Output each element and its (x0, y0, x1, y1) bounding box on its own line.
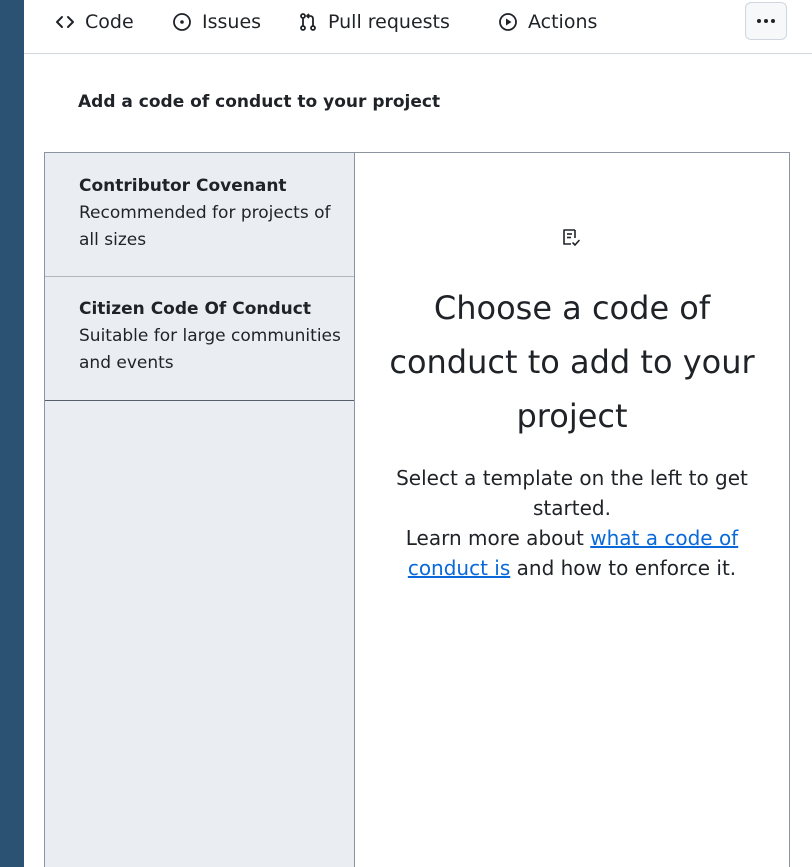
template-item-citizen-code-of-conduct[interactable]: Citizen Code Of Conduct Suitable for lar… (45, 296, 354, 400)
template-item-contributor-covenant[interactable]: Contributor Covenant Recommended for pro… (45, 173, 354, 277)
template-name: Contributor Covenant (79, 176, 287, 196)
preview-intro-text: Select a template on the left to get sta… (396, 466, 748, 520)
checklist-icon (563, 229, 580, 246)
play-icon (499, 13, 517, 31)
nav-tab-issues[interactable]: Issues (172, 8, 261, 36)
more-options-button[interactable] (745, 2, 787, 40)
template-sidebar: Contributor Covenant Recommended for pro… (45, 153, 355, 867)
nav-tab-code-label: Code (85, 11, 134, 33)
preview-learn-prefix: Learn more about (405, 526, 584, 550)
git-pull-request-icon (300, 13, 316, 31)
section-title: Add a code of conduct to your project (78, 92, 441, 112)
template-preview: Choose a code of conduct to add to your … (355, 153, 789, 867)
kebab-horizontal-icon (757, 19, 775, 23)
nav-tab-issues-label: Issues (202, 11, 262, 33)
issue-opened-icon (173, 13, 191, 31)
template-description: Recommended for projects of all sizes (79, 203, 331, 250)
template-description: Suitable for large communities and event… (79, 326, 341, 373)
nav-tab-pull-requests-label: Pull requests (328, 11, 450, 33)
code-of-conduct-panel: Contributor Covenant Recommended for pro… (44, 152, 790, 867)
preview-learn-suffix: and how to enforce it. (516, 556, 737, 580)
code-icon (56, 16, 74, 28)
repo-nav: Code Issues Pull requests Actions (24, 0, 812, 54)
nav-tab-actions[interactable]: Actions (498, 8, 597, 36)
template-divider (45, 276, 354, 277)
preview-description: Select a template on the left to get sta… (377, 463, 767, 583)
nav-tab-pull-requests[interactable]: Pull requests (298, 8, 450, 36)
template-divider (45, 400, 354, 401)
nav-tab-code[interactable]: Code (55, 8, 134, 36)
code-of-conduct-page: Code Issues Pull requests Actions Add a … (24, 0, 812, 867)
nav-tab-actions-label: Actions (528, 11, 598, 33)
template-name: Citizen Code Of Conduct (79, 299, 311, 319)
preview-heading: Choose a code of conduct to add to your … (389, 289, 755, 435)
